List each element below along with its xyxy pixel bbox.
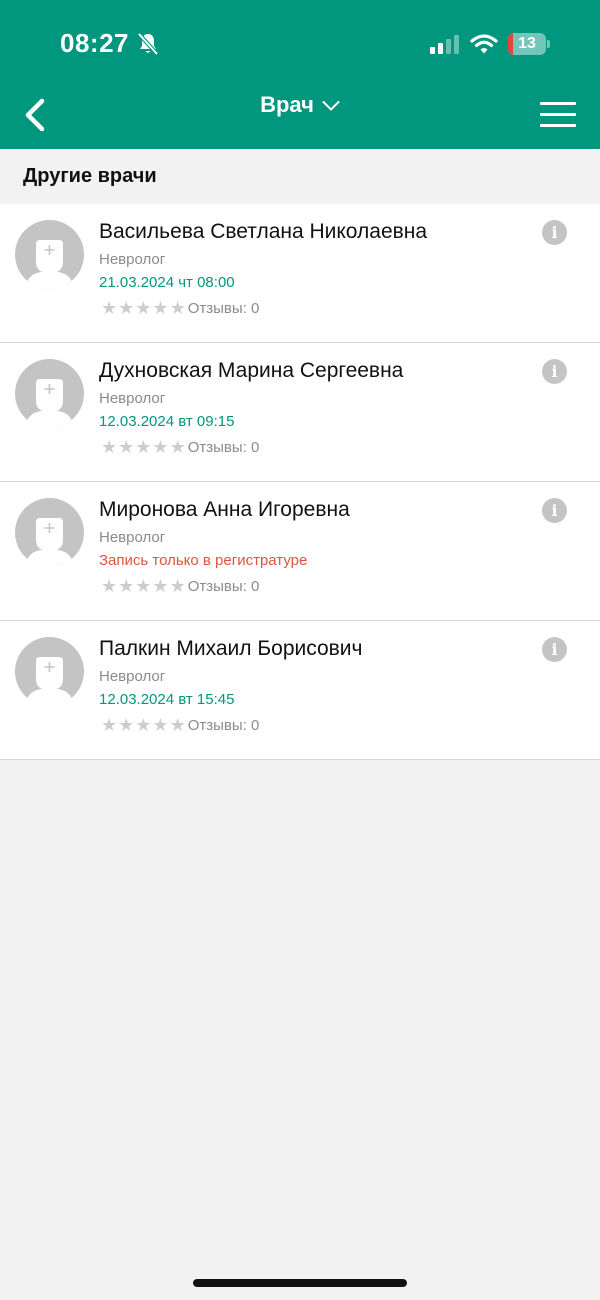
doctor-specialty: Невролог (99, 668, 166, 685)
star-icon: ★ (135, 715, 152, 735)
doctor-appointment-slot[interactable]: 12.03.2024 вт 15:45 (99, 691, 234, 708)
info-icon[interactable]: i (542, 220, 567, 245)
doctor-specialty: Невролог (99, 390, 166, 407)
star-icon: ★ (169, 437, 186, 457)
star-icon: ★ (118, 715, 135, 735)
star-icon: ★ (101, 576, 118, 596)
star-icon: ★ (152, 437, 169, 457)
doctor-card[interactable]: Палкин Михаил Борисович Невролог 12.03.2… (0, 621, 600, 760)
doctor-avatar-icon (15, 637, 84, 706)
doctor-appointment-slot[interactable]: 12.03.2024 вт 09:15 (99, 413, 234, 430)
star-icon: ★ (135, 576, 152, 596)
rating-stars: ★ ★ ★ ★ ★ Отзывы: 0 (101, 437, 259, 457)
home-indicator[interactable] (193, 1279, 407, 1287)
battery-cap (547, 40, 550, 48)
reviews-count: Отзывы: 0 (187, 438, 260, 456)
hamburger-menu-icon[interactable] (540, 100, 576, 128)
doctor-name: Васильева Светлана Николаевна (99, 220, 428, 243)
battery-level: 13 (518, 35, 536, 52)
doctor-avatar-icon (15, 498, 84, 567)
status-time: 08:27 (60, 28, 129, 58)
rating-stars: ★ ★ ★ ★ ★ Отзывы: 0 (101, 715, 259, 735)
doctor-card[interactable]: Миронова Анна Игоревна Невролог Запись т… (0, 482, 600, 621)
battery-body: 13 (508, 33, 546, 55)
info-icon[interactable]: i (542, 498, 567, 523)
star-icon: ★ (169, 576, 186, 596)
reviews-count: Отзывы: 0 (187, 716, 260, 734)
doctor-card[interactable]: Васильева Светлана Николаевна Невролог 2… (0, 204, 600, 343)
doctor-specialty: Невролог (99, 251, 166, 268)
star-icon: ★ (135, 437, 152, 457)
doctor-name: Палкин Михаил Борисович (99, 637, 363, 660)
star-icon: ★ (101, 298, 118, 318)
doctor-appointment-slot[interactable]: 21.03.2024 чт 08:00 (99, 274, 235, 291)
rating-stars: ★ ★ ★ ★ ★ Отзывы: 0 (101, 298, 259, 318)
doctor-avatar-icon (15, 359, 84, 428)
doctor-name: Миронова Анна Игоревна (99, 498, 350, 521)
doctor-card[interactable]: Духновская Марина Сергеевна Невролог 12.… (0, 343, 600, 482)
wifi-icon (470, 34, 498, 54)
chevron-down-icon (322, 101, 340, 112)
rating-stars: ★ ★ ★ ★ ★ Отзывы: 0 (101, 576, 259, 596)
star-icon: ★ (101, 437, 118, 457)
info-icon[interactable]: i (542, 637, 567, 662)
section-header: Другие врачи (0, 149, 600, 204)
star-icon: ★ (169, 298, 186, 318)
star-icon: ★ (101, 715, 118, 735)
doctor-specialty: Невролог (99, 529, 166, 546)
reviews-count: Отзывы: 0 (187, 577, 260, 595)
bell-slash-icon (137, 32, 159, 56)
star-icon: ★ (118, 298, 135, 318)
nav-title-dropdown[interactable]: Врач (0, 92, 600, 118)
star-icon: ★ (118, 576, 135, 596)
star-icon: ★ (152, 715, 169, 735)
top-bar: 08:27 13 Врач (0, 0, 600, 149)
doctor-avatar-icon (15, 220, 84, 289)
info-icon[interactable]: i (542, 359, 567, 384)
battery-icon: 13 (508, 33, 550, 55)
nav-title: Врач (260, 92, 314, 117)
star-icon: ★ (169, 715, 186, 735)
star-icon: ★ (152, 576, 169, 596)
doctor-list: Васильева Светлана Николаевна Невролог 2… (0, 204, 600, 760)
star-icon: ★ (118, 437, 135, 457)
reviews-count: Отзывы: 0 (187, 299, 260, 317)
star-icon: ★ (152, 298, 169, 318)
star-icon: ★ (135, 298, 152, 318)
doctor-name: Духновская Марина Сергеевна (99, 359, 404, 382)
signal-icon (430, 35, 459, 54)
doctor-appointment-slot[interactable]: Запись только в регистратуре (99, 552, 307, 569)
section-title: Другие врачи (23, 165, 157, 187)
